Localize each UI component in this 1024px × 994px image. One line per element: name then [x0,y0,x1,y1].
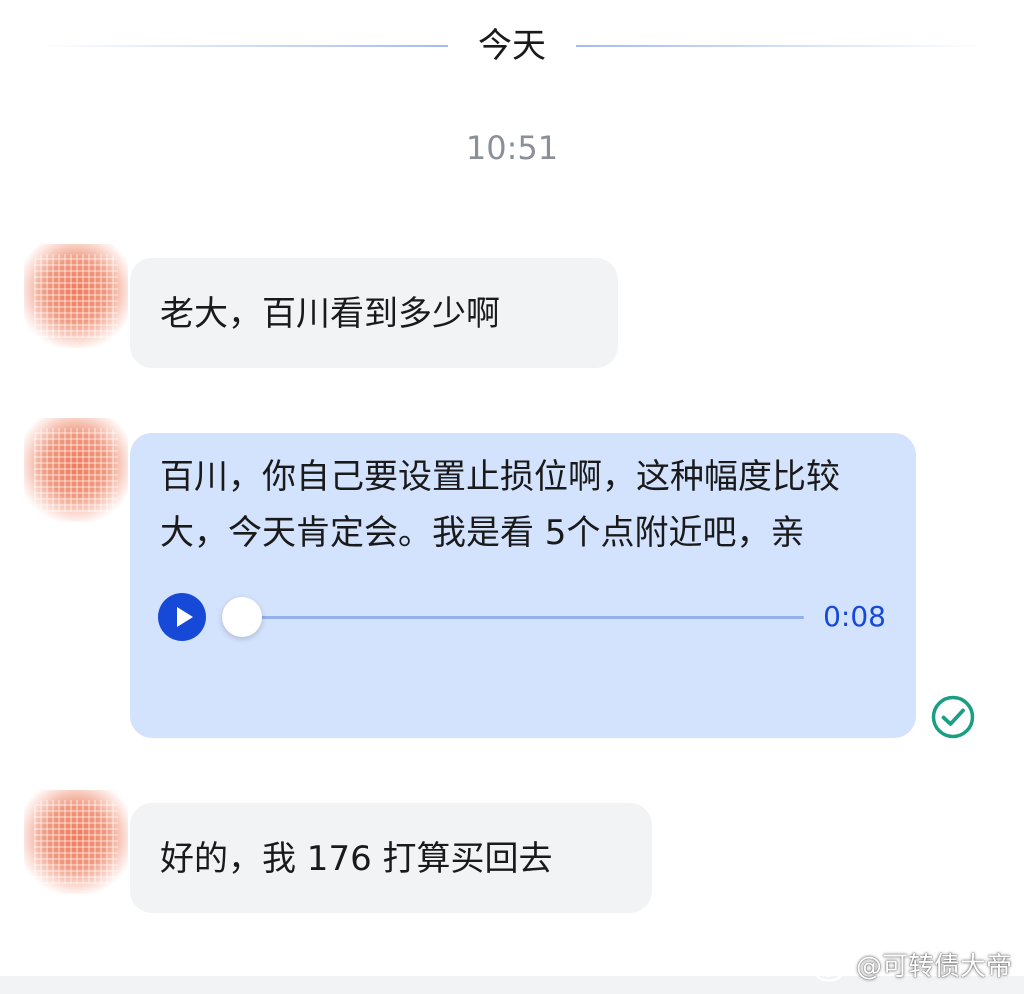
weibo-icon [813,955,849,982]
voice-message-bubble[interactable]: 百川，你自己要设置止损位啊，这种幅度比较大，今天肯定会。我是看 5个点附近吧，亲… [130,433,916,738]
watermark: @可转债大帝 [812,950,1012,984]
audio-duration: 0:08 [823,600,886,633]
incoming-message-bubble[interactable]: 好的，我 176 打算买回去 [130,803,652,913]
voice-transcript-text: 百川，你自己要设置止损位啊，这种幅度比较大，今天肯定会。我是看 5个点附近吧，亲 [160,457,840,553]
play-icon[interactable] [158,593,206,641]
audio-player: 0:08 [158,589,886,645]
incoming-message-bubble[interactable]: 老大，百川看到多少啊 [130,258,618,368]
check-circle-icon [931,695,975,739]
message-timestamp: 10:51 [465,129,559,167]
contact-avatar[interactable] [24,790,128,894]
date-divider-line-right [576,45,984,47]
message-text: 老大，百川看到多少啊 [160,294,500,334]
audio-progress-track[interactable] [224,616,804,619]
date-divider: 今天 [40,18,984,74]
message-text: 好的，我 176 打算买回去 [160,839,553,879]
contact-avatar[interactable] [24,418,128,522]
audio-progress-knob[interactable] [222,597,262,637]
watermark-text: @可转债大帝 [855,952,1012,982]
contact-avatar[interactable] [24,244,128,348]
